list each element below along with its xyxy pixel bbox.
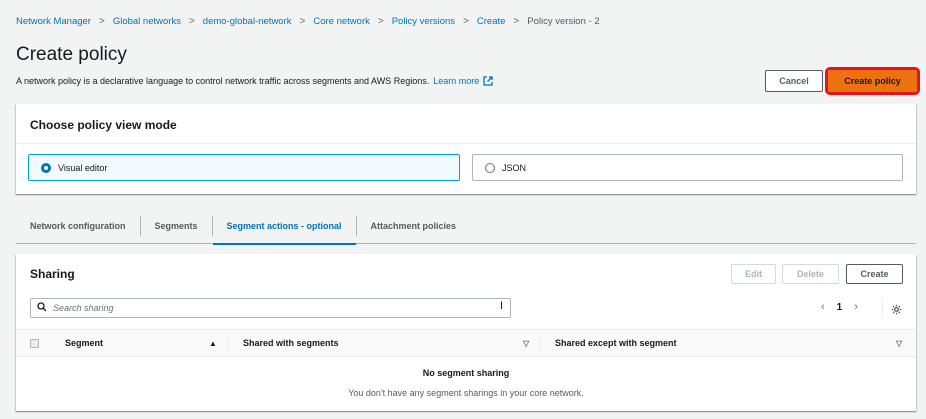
sort-ascending-icon[interactable]: ▲	[209, 339, 217, 348]
page-title: Create policy	[16, 44, 127, 65]
search-icon	[37, 299, 47, 317]
external-link-icon	[483, 76, 493, 86]
tab-attachment-policies[interactable]: Attachment policies	[357, 216, 471, 236]
gear-icon[interactable]	[891, 302, 902, 320]
empty-state-title: No segment sharing	[422, 368, 510, 378]
breadcrumb: Network Manager > Global networks > demo…	[16, 16, 600, 27]
json-label: JSON	[502, 162, 527, 173]
sharing-title: Sharing	[30, 267, 75, 281]
breadcrumb-demo-global-network[interactable]: demo-global-network	[203, 16, 292, 27]
learn-more-label: Learn more	[433, 76, 480, 86]
sort-icon[interactable]: ▽	[896, 339, 902, 348]
visual-editor-option[interactable]: Visual editor	[28, 154, 460, 181]
radio-selected-icon[interactable]	[41, 162, 51, 173]
delete-button[interactable]: Delete	[782, 264, 839, 284]
breadcrumb-core-network[interactable]: Core network	[313, 16, 370, 27]
pagination: ‹ 1 ›	[821, 301, 858, 313]
chevron-right-icon: >	[377, 16, 384, 27]
description-text: A network policy is a declarative langua…	[16, 76, 430, 86]
policy-tabs: Network configuration Segments Segment a…	[16, 208, 916, 245]
radio-unselected-icon[interactable]	[485, 162, 495, 173]
page-number[interactable]: 1	[837, 302, 843, 313]
text-cursor-icon: I	[500, 300, 504, 312]
chevron-right-icon: >	[299, 16, 306, 27]
empty-state-description: You don't have any segment sharings in y…	[348, 388, 584, 398]
search-input[interactable]	[53, 303, 473, 313]
sharing-panel: Sharing Edit Delete Create I ‹ 1 › Segme…	[16, 254, 916, 411]
tab-network-configuration[interactable]: Network configuration	[16, 215, 141, 236]
chevron-right-icon: >	[513, 16, 520, 27]
breadcrumb-global-networks[interactable]: Global networks	[113, 16, 181, 27]
policy-view-mode-panel: Choose policy view mode Visual editor JS…	[16, 104, 916, 194]
chevron-right-icon: >	[98, 16, 105, 27]
breadcrumb-network-manager[interactable]: Network Manager	[16, 16, 91, 27]
learn-more-link[interactable]: Learn more	[433, 76, 493, 86]
json-option[interactable]: JSON	[472, 154, 903, 181]
search-sharing-field[interactable]	[30, 298, 511, 318]
chevron-left-icon[interactable]: ‹	[821, 301, 825, 313]
chevron-right-icon[interactable]: ›	[854, 301, 858, 313]
page-description: A network policy is a declarative langua…	[16, 76, 493, 86]
view-mode-title: Choose policy view mode	[30, 118, 177, 132]
column-header-segment[interactable]: Segment	[65, 338, 103, 348]
create-button[interactable]: Create	[846, 264, 903, 284]
breadcrumb-create[interactable]: Create	[477, 16, 506, 27]
breadcrumb-policy-versions[interactable]: Policy versions	[392, 16, 455, 27]
column-header-shared-with[interactable]: Shared with segments	[243, 338, 339, 348]
tab-segments[interactable]: Segments	[141, 215, 213, 236]
table-header: Segment ▲ Shared with segments ▽ Shared …	[16, 329, 916, 357]
column-header-shared-except[interactable]: Shared except with segment	[555, 338, 677, 348]
divider	[882, 299, 883, 317]
cancel-button[interactable]: Cancel	[765, 70, 823, 92]
select-all-checkbox[interactable]	[30, 338, 39, 348]
column-divider	[228, 336, 229, 350]
chevron-right-icon: >	[463, 16, 469, 27]
tab-segment-actions[interactable]: Segment actions - optional	[212, 215, 357, 245]
breadcrumb-policy-version: Policy version - 2	[527, 16, 600, 27]
create-policy-button[interactable]: Create policy	[825, 67, 920, 95]
chevron-right-icon: >	[188, 16, 195, 27]
column-divider	[540, 336, 541, 350]
visual-editor-label: Visual editor	[58, 162, 108, 173]
sort-icon[interactable]: ▽	[523, 339, 529, 348]
divider	[16, 143, 916, 144]
edit-button[interactable]: Edit	[731, 264, 776, 284]
